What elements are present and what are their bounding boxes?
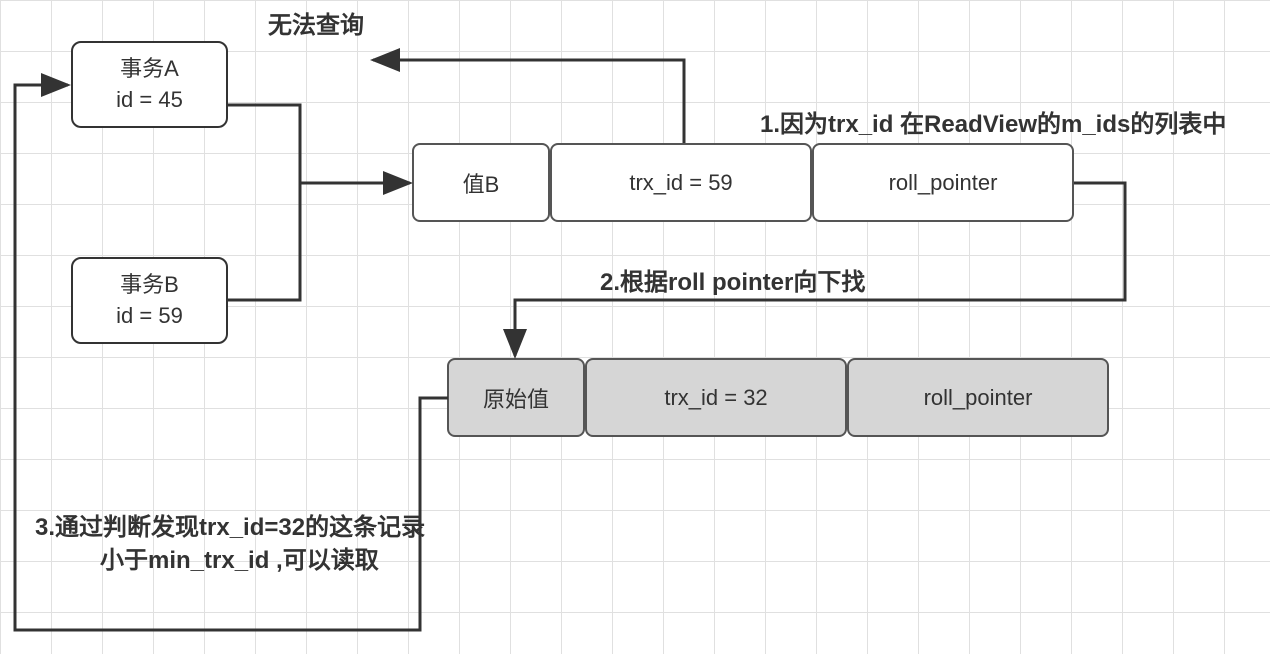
- tx-b-id: id = 59: [116, 301, 183, 332]
- transaction-a-box: 事务A id = 45: [71, 41, 228, 128]
- row2-roll: roll_pointer: [924, 385, 1033, 411]
- row2-trx-cell: trx_id = 32: [585, 358, 847, 437]
- label-step3-line1: 3.通过判断发现trx_id=32的这条记录: [35, 507, 425, 542]
- row2-roll-cell: roll_pointer: [847, 358, 1109, 437]
- row2-value: 原始值: [483, 382, 549, 414]
- label-step3-line2: 小于min_trx_id ,可以读取: [100, 540, 379, 575]
- row1-value-cell: 值B: [412, 143, 550, 222]
- row1-roll: roll_pointer: [889, 170, 998, 196]
- label-step2: 2.根据roll pointer向下找: [600, 262, 865, 297]
- row2-value-cell: 原始值: [447, 358, 585, 437]
- label-step1: 1.因为trx_id 在ReadView的m_ids的列表中: [760, 104, 1226, 139]
- label-top-center: 无法查询: [268, 5, 364, 40]
- row1-trx: trx_id = 59: [629, 170, 732, 196]
- row1-trx-cell: trx_id = 59: [550, 143, 812, 222]
- row1-value: 值B: [463, 167, 500, 199]
- transaction-b-box: 事务B id = 59: [71, 257, 228, 344]
- tx-a-id: id = 45: [116, 85, 183, 116]
- tx-a-name: 事务A: [120, 54, 179, 85]
- row2-trx: trx_id = 32: [664, 385, 767, 411]
- row1-roll-cell: roll_pointer: [812, 143, 1074, 222]
- tx-b-name: 事务B: [120, 270, 179, 301]
